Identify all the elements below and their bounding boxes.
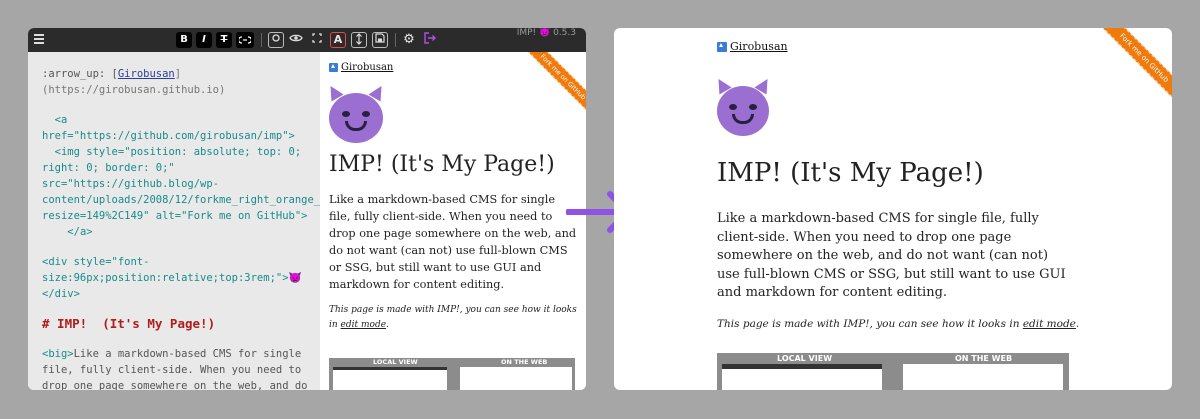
published-page-window: Girobusan IMP! (It's My Page!) Like a ma…: [614, 28, 1172, 390]
height-button[interactable]: [351, 32, 367, 48]
gear-icon: ⚙: [403, 32, 415, 47]
fork-ribbon[interactable]: Fork me on GitHub: [1101, 28, 1172, 101]
markdown-editor[interactable]: :arrow_up: [Girobusan](https://girobusan…: [28, 52, 320, 390]
editor-line-home: :arrow_up: [Girobusan](https://girobusan…: [42, 68, 226, 96]
eye-icon: [289, 34, 303, 42]
thumb-label-web: ON THE WEB: [955, 354, 1013, 363]
fullscreen-button[interactable]: [309, 32, 325, 48]
thumb-label-local: LOCAL VIEW: [373, 358, 418, 366]
devil-emoji: [712, 75, 774, 136]
save-button[interactable]: [372, 32, 388, 48]
menu-icon[interactable]: [34, 34, 44, 46]
image-button[interactable]: [268, 32, 284, 48]
settings-button[interactable]: ⚙: [401, 32, 417, 48]
exit-button[interactable]: [422, 32, 438, 48]
edit-mode-link[interactable]: edit mode: [1023, 318, 1076, 330]
page-intro: Like a markdown-based CMS for single fil…: [329, 193, 577, 291]
home-up-icon: [717, 41, 727, 52]
font-color-button[interactable]: A: [330, 32, 346, 48]
height-icon: [356, 33, 362, 45]
link-icon: [237, 36, 253, 44]
page-note: This page is made with IMP!, you can see…: [717, 318, 1080, 330]
editor-window: B I T A ⚙ IMP! 👿 0.5.3 :arrow_up: [Girob…: [28, 28, 586, 390]
page-note: This page is made with IMP!, you can see…: [329, 305, 577, 330]
page-title: IMP! (It's My Page!): [717, 158, 984, 188]
page-title: IMP! (It's My Page!): [329, 152, 555, 177]
editor-link-text: Girobusan: [117, 68, 175, 80]
thumb-label-local: LOCAL VIEW: [777, 354, 833, 363]
thumb-web-view: [903, 364, 1063, 390]
preview-button[interactable]: [288, 32, 304, 48]
editor-line-big: <big>Like a markdown-based CMS for singl…: [42, 348, 308, 390]
save-icon: [375, 33, 385, 43]
edit-mode-link[interactable]: edit mode: [341, 320, 386, 330]
link-button[interactable]: [236, 32, 254, 48]
thumb-web-view: [460, 367, 572, 390]
editor-line-html-block: <a href="https://github.com/girobusan/im…: [42, 114, 320, 238]
home-link-text[interactable]: Girobusan: [730, 40, 788, 53]
exit-icon: [424, 32, 436, 44]
italic-button[interactable]: I: [196, 32, 212, 48]
editor-preview-pane: Girobusan IMP! (It's My Page!) Like a ma…: [320, 52, 586, 390]
home-up-icon: [329, 63, 338, 72]
bold-button[interactable]: B: [176, 32, 192, 48]
editor-heading: # IMP! (It's My Page!): [42, 316, 216, 331]
thumb-local-view: [722, 364, 882, 390]
toolbar-separator: [261, 33, 262, 47]
editor-line-div: <div style="font-size:96px;position:rela…: [42, 256, 302, 300]
thumb-label-web: ON THE WEB: [501, 358, 548, 366]
home-link[interactable]: Girobusan: [717, 40, 788, 53]
toolbar-separator: [395, 33, 396, 47]
image-icon: [272, 34, 280, 42]
fullscreen-icon: [312, 33, 322, 43]
editor-toolbar: B I T A ⚙ IMP! 👿 0.5.3: [28, 28, 586, 52]
devil-emoji: [324, 82, 388, 143]
screenshot-thumbnails: LOCAL VIEW ON THE WEB: [717, 353, 1069, 390]
home-link-text[interactable]: Girobusan: [341, 62, 393, 73]
page-intro: Like a markdown-based CMS for single fil…: [717, 211, 1066, 300]
strikethrough-button[interactable]: T: [216, 32, 232, 48]
screenshot-thumbnails: LOCAL VIEW ON THE WEB: [329, 358, 575, 390]
thumb-local-view: [333, 367, 447, 390]
app-title: IMP! 👿 0.5.3: [516, 28, 576, 38]
